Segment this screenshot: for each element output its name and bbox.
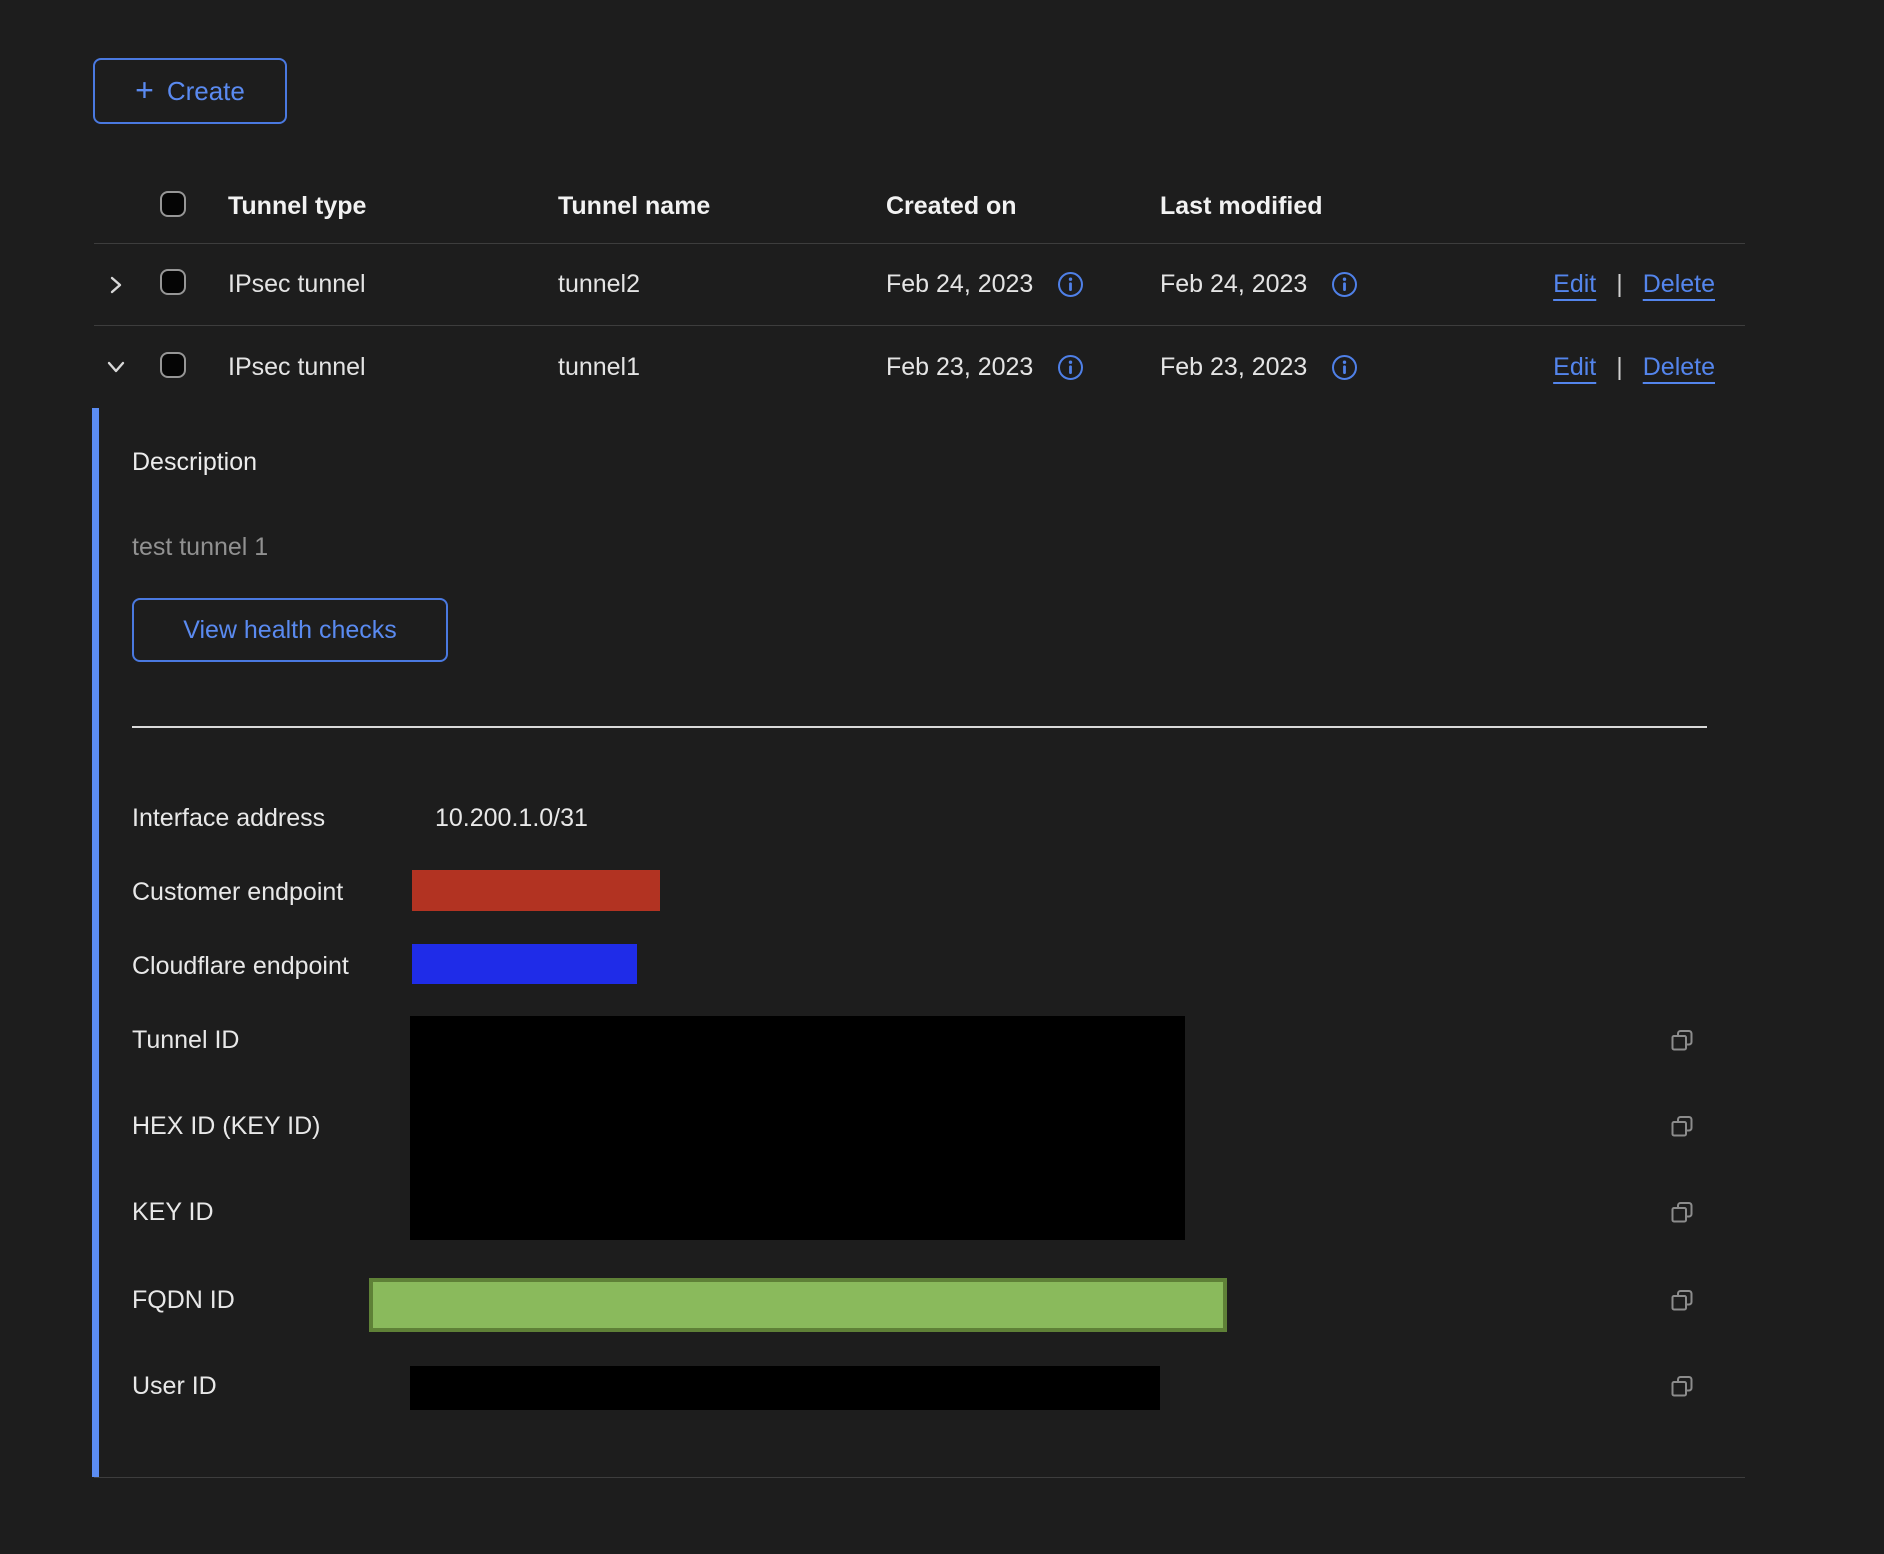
- tunnel-name-cell: tunnel2: [558, 270, 886, 299]
- created-date: Feb 23, 2023: [886, 353, 1033, 382]
- info-icon[interactable]: [1331, 271, 1358, 298]
- copy-hex-id-button[interactable]: [1668, 1112, 1696, 1140]
- chevron-right-icon: [102, 271, 130, 299]
- delete-link[interactable]: Delete: [1643, 353, 1715, 382]
- tunnels-page: + Create Tunnel type Tunnel name Created…: [0, 0, 1884, 1554]
- ids-redacted-values: [410, 1016, 1185, 1240]
- tunnel-type-cell: IPsec tunnel: [228, 353, 558, 382]
- created-on-cell: Feb 24, 2023: [886, 270, 1160, 299]
- last-modified-cell: Feb 24, 2023: [1160, 270, 1440, 299]
- checkbox-cell: [160, 269, 228, 300]
- section-divider: [132, 726, 1707, 728]
- tunnel-type-cell: IPsec tunnel: [228, 270, 558, 299]
- row-actions-cell: Edit | Delete: [1440, 353, 1745, 382]
- info-icon[interactable]: [1331, 354, 1358, 381]
- interface-address-value: 10.200.1.0/31: [435, 804, 588, 833]
- expanded-accent-bar: [92, 408, 99, 1477]
- create-button[interactable]: + Create: [93, 58, 287, 124]
- copy-icon: [1668, 1198, 1696, 1226]
- copy-user-id-button[interactable]: [1668, 1372, 1696, 1400]
- row-actions-cell: Edit | Delete: [1440, 270, 1745, 299]
- tunnel-id-label: Tunnel ID: [132, 1026, 239, 1055]
- modified-date: Feb 24, 2023: [1160, 270, 1307, 299]
- tunnel-detail-panel: Description test tunnel 1 View health ch…: [94, 408, 1745, 1478]
- expander-cell: [94, 271, 160, 299]
- user-id-redacted-value: [410, 1366, 1160, 1410]
- table-row: IPsec tunnel tunnel2 Feb 24, 2023 Feb 24…: [94, 244, 1745, 326]
- table-header-row: Tunnel type Tunnel name Created on Last …: [94, 170, 1745, 244]
- interface-address-label: Interface address: [132, 804, 325, 833]
- info-icon[interactable]: [1057, 271, 1084, 298]
- copy-tunnel-id-button[interactable]: [1668, 1026, 1696, 1054]
- key-id-label: KEY ID: [132, 1198, 214, 1227]
- last-modified-cell: Feb 23, 2023: [1160, 353, 1440, 382]
- header-checkbox-cell: [160, 191, 228, 222]
- copy-icon: [1668, 1372, 1696, 1400]
- info-icon[interactable]: [1057, 354, 1084, 381]
- plus-icon: +: [135, 74, 154, 106]
- description-value: test tunnel 1: [132, 533, 268, 562]
- table-row: IPsec tunnel tunnel1 Feb 23, 2023 Feb 23…: [94, 326, 1745, 408]
- copy-icon: [1668, 1286, 1696, 1314]
- select-all-checkbox[interactable]: [160, 191, 186, 217]
- header-created-on: Created on: [886, 192, 1160, 221]
- header-tunnel-name: Tunnel name: [558, 192, 886, 221]
- created-on-cell: Feb 23, 2023: [886, 353, 1160, 382]
- collapse-row-button[interactable]: [102, 353, 130, 381]
- customer-endpoint-label: Customer endpoint: [132, 878, 343, 907]
- create-button-label: Create: [167, 76, 245, 107]
- link-separator: |: [1616, 270, 1623, 299]
- tunnel-name-cell: tunnel1: [558, 353, 886, 382]
- copy-key-id-button[interactable]: [1668, 1198, 1696, 1226]
- link-separator: |: [1616, 353, 1623, 382]
- fqdn-id-redacted-value: [369, 1278, 1227, 1332]
- delete-link[interactable]: Delete: [1643, 270, 1715, 299]
- modified-date: Feb 23, 2023: [1160, 353, 1307, 382]
- checkbox-cell: [160, 352, 228, 383]
- edit-link[interactable]: Edit: [1553, 270, 1596, 299]
- header-last-modified: Last modified: [1160, 192, 1440, 221]
- fqdn-id-label: FQDN ID: [132, 1286, 235, 1315]
- view-health-checks-button[interactable]: View health checks: [132, 598, 448, 662]
- copy-fqdn-id-button[interactable]: [1668, 1286, 1696, 1314]
- description-label: Description: [132, 448, 257, 477]
- edit-link[interactable]: Edit: [1553, 353, 1596, 382]
- copy-icon: [1668, 1026, 1696, 1054]
- row-checkbox[interactable]: [160, 269, 186, 295]
- expander-cell: [94, 353, 160, 381]
- user-id-label: User ID: [132, 1372, 217, 1401]
- customer-endpoint-redacted-value: [412, 870, 660, 911]
- header-tunnel-type: Tunnel type: [228, 192, 558, 221]
- hex-id-label: HEX ID (KEY ID): [132, 1112, 320, 1141]
- expand-row-button[interactable]: [102, 271, 130, 299]
- tunnels-table: Tunnel type Tunnel name Created on Last …: [94, 170, 1745, 1478]
- cloudflare-endpoint-redacted-value: [412, 944, 637, 984]
- row-checkbox[interactable]: [160, 352, 186, 378]
- chevron-down-icon: [102, 353, 130, 381]
- cloudflare-endpoint-label: Cloudflare endpoint: [132, 952, 349, 981]
- created-date: Feb 24, 2023: [886, 270, 1033, 299]
- copy-icon: [1668, 1112, 1696, 1140]
